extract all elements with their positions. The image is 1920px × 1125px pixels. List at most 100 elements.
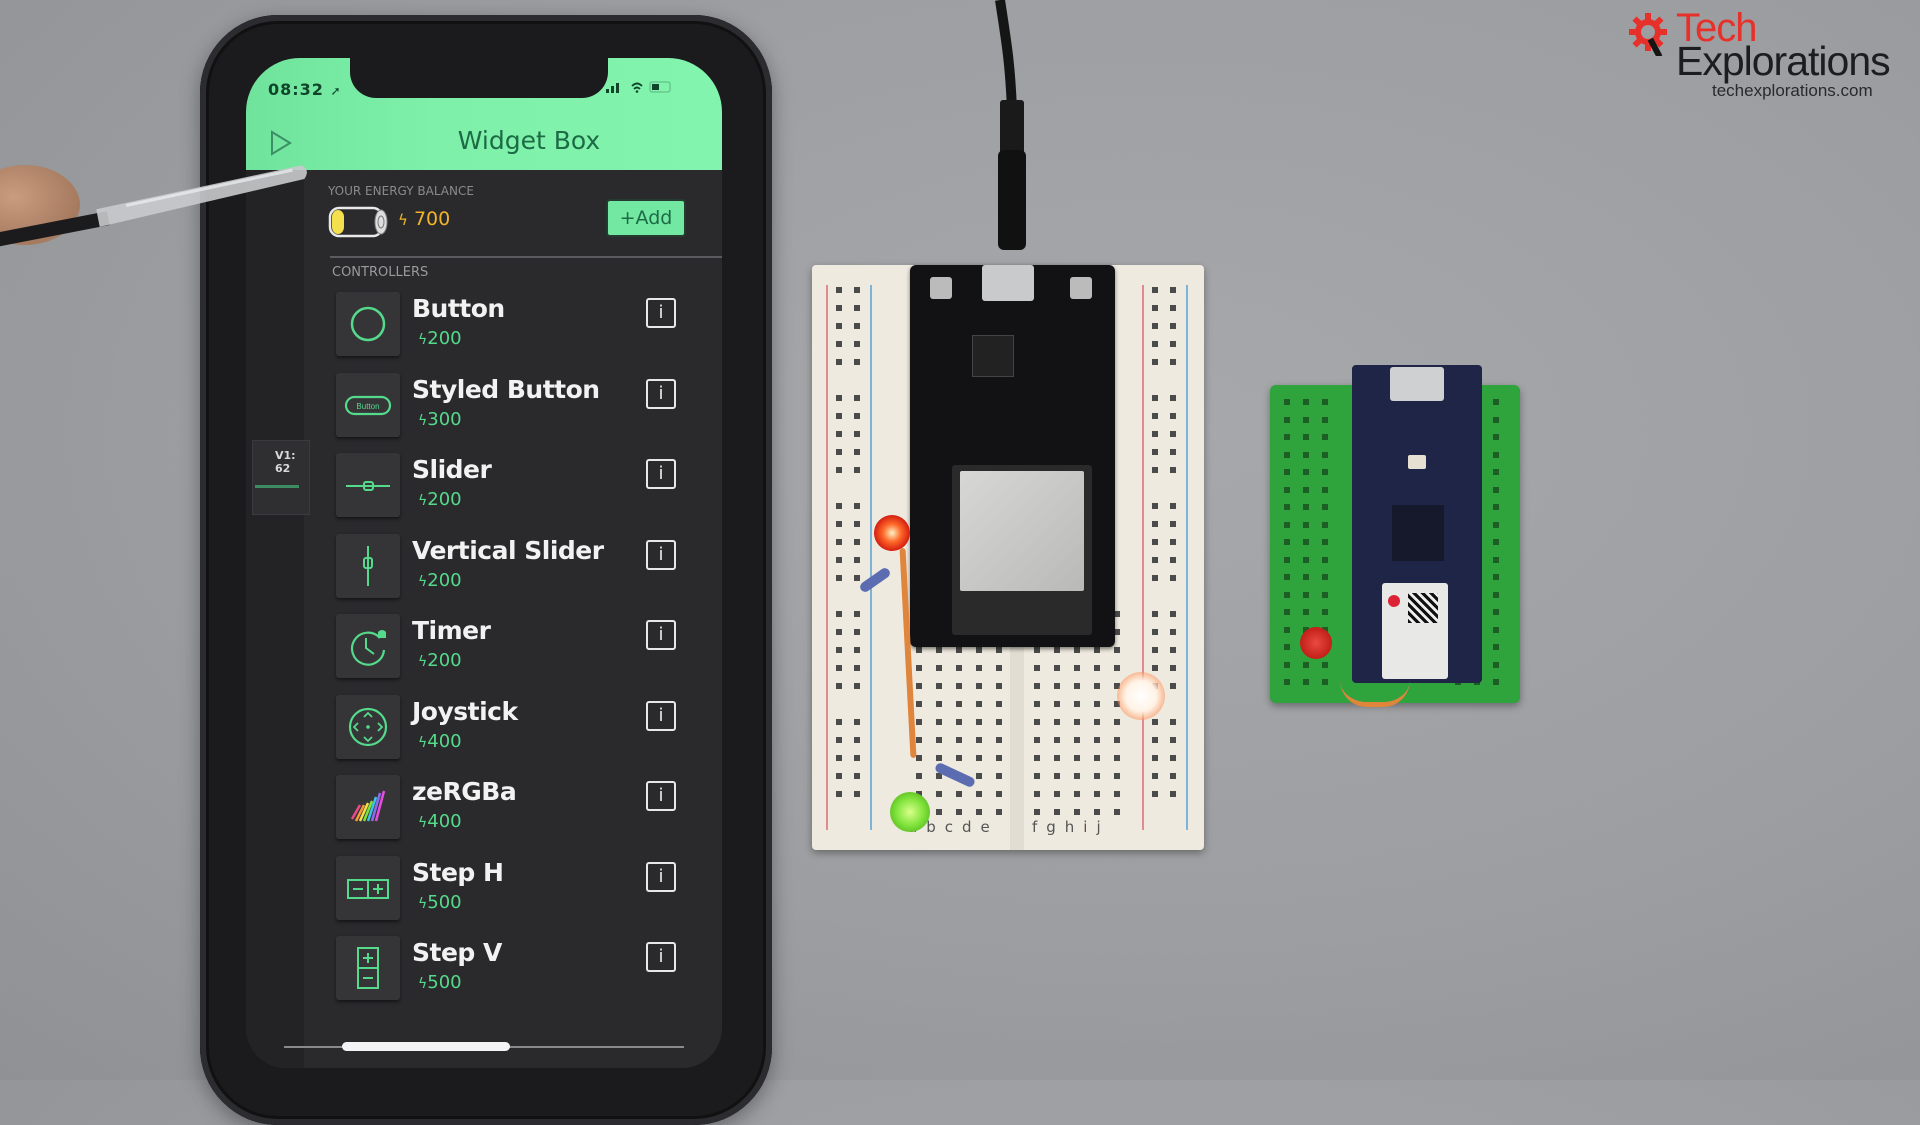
widget-icon-box[interactable] xyxy=(336,614,400,678)
breadboard-hole xyxy=(1303,504,1309,510)
widget-item-joystick[interactable]: Joystick ϟ400 i xyxy=(330,693,722,774)
widget-item-slider[interactable]: Slider ϟ200 i xyxy=(330,451,722,532)
breadboard-hole xyxy=(1322,416,1328,423)
breadboard-hole xyxy=(854,539,860,545)
widget-name: Step V xyxy=(412,938,502,967)
breadboard-hole xyxy=(1170,719,1176,725)
breadboard-hole xyxy=(1074,647,1080,653)
widget-item-styled-button[interactable]: Button Styled Button ϟ300 i xyxy=(330,371,722,452)
breadboard-hole xyxy=(854,575,860,581)
widget-cost-value: 400 xyxy=(427,811,462,832)
breadboard-hole xyxy=(1034,665,1040,671)
breadboard-hole xyxy=(1303,469,1309,475)
add-energy-button[interactable]: +Add xyxy=(606,199,686,237)
widget-icon-box[interactable] xyxy=(336,694,400,759)
widget-item-button[interactable]: Button ϟ200 i xyxy=(330,290,722,371)
gear-magnifier-icon xyxy=(1629,13,1667,56)
red-led-off xyxy=(1300,627,1332,659)
breadboard-hole xyxy=(1322,661,1328,668)
breadboard-hole xyxy=(1054,755,1060,761)
breadboard-hole xyxy=(1074,683,1080,689)
breadboard-hole xyxy=(976,701,982,707)
breadboard-hole xyxy=(976,683,982,689)
info-button[interactable]: i xyxy=(646,378,676,409)
widget-item-timer[interactable]: Timer ϟ200 i xyxy=(330,612,722,693)
widget-item-step-v[interactable]: Step V ϟ500 i xyxy=(330,934,722,1015)
breadboard-hole xyxy=(1152,557,1158,563)
info-button[interactable]: i xyxy=(646,942,676,972)
widget-icon-box[interactable] xyxy=(336,775,400,839)
breadboard-hole xyxy=(1114,719,1120,725)
widget-cost: ϟ200 xyxy=(418,328,462,349)
breadboard-hole xyxy=(1034,683,1040,689)
breadboard-hole xyxy=(1074,701,1080,707)
widget-icon-box[interactable] xyxy=(336,292,400,356)
canvas-widget-v1[interactable]: V1: 62 xyxy=(252,440,310,515)
status-icons xyxy=(606,80,676,97)
widget-slider-bar xyxy=(255,485,299,488)
breadboard-hole xyxy=(1284,609,1290,615)
microcontroller-chip xyxy=(1392,505,1444,561)
breadboard-hole xyxy=(916,665,922,671)
zebra-rgb-icon xyxy=(350,790,386,822)
breadboard-hole xyxy=(1303,556,1309,563)
widget-icon-box[interactable]: Button xyxy=(336,372,400,437)
breadboard-hole xyxy=(1152,647,1158,653)
svg-text:Button: Button xyxy=(356,402,379,411)
breadboard-hole xyxy=(916,701,922,707)
breadboard-hole xyxy=(1284,679,1290,685)
info-button[interactable]: i xyxy=(646,620,676,650)
breadboard-hole xyxy=(1114,647,1120,653)
breadboard-hole xyxy=(956,683,962,689)
breadboard-hole xyxy=(1094,665,1100,671)
home-indicator[interactable] xyxy=(342,1042,510,1051)
widget-item-zergba[interactable]: zeRGBa ϟ400 i xyxy=(330,773,722,854)
wifi-icon xyxy=(631,82,643,90)
info-button[interactable]: i xyxy=(646,459,676,489)
widget-icon-box[interactable] xyxy=(336,453,400,517)
breadboard-hole xyxy=(1493,556,1499,563)
info-button[interactable]: i xyxy=(646,781,676,811)
widget-icon-box[interactable] xyxy=(336,936,400,1000)
breadboard-hole xyxy=(1074,737,1080,743)
breadboard-hole xyxy=(1170,341,1176,347)
info-button[interactable]: i xyxy=(646,539,676,570)
breadboard-hole xyxy=(1034,701,1040,707)
widget-icon-box[interactable] xyxy=(336,533,400,598)
info-button[interactable]: i xyxy=(646,861,676,892)
green-led-lit xyxy=(890,792,930,832)
widget-item-vertical-slider[interactable]: Vertical Slider ϟ200 i xyxy=(330,532,722,613)
styled-button-icon: Button xyxy=(344,395,392,415)
breadboard-hole xyxy=(976,773,982,779)
widget-cost-value: 200 xyxy=(427,569,462,591)
info-button[interactable]: i xyxy=(646,298,676,328)
breadboard-hole xyxy=(1322,521,1328,528)
energy-bolt-icon: ϟ xyxy=(418,734,428,751)
breadboard-hole xyxy=(854,647,860,653)
breadboard-hole xyxy=(1170,665,1176,671)
breadboard-hole xyxy=(1170,557,1176,563)
blynk-app-screen: V1: 62 08:32 ➚ Widget Box YOUR ENERGY BA… xyxy=(246,58,722,1068)
breadboard-hole xyxy=(1094,755,1100,761)
breadboard-hole xyxy=(1284,591,1290,598)
breadboard-hole xyxy=(1152,395,1158,401)
energy-bolt-icon: ϟ xyxy=(418,412,428,429)
breadboard-hole xyxy=(1114,773,1120,779)
breadboard-hole xyxy=(1170,539,1176,545)
breadboard-hole xyxy=(1074,773,1080,779)
breadboard-hole xyxy=(854,521,860,527)
breadboard-hole xyxy=(1303,591,1309,598)
breadboard-hole xyxy=(836,521,842,527)
widget-item-step-h[interactable]: Step H ϟ500 i xyxy=(330,854,722,935)
breadboard-hole xyxy=(956,755,962,761)
widget-icon-box[interactable] xyxy=(336,855,400,920)
energy-balance-value: ϟ 700 xyxy=(398,208,450,230)
breadboard-hole xyxy=(1284,416,1290,423)
breadboard-hole xyxy=(996,665,1002,671)
joystick-icon xyxy=(348,707,388,746)
breadboard-hole xyxy=(854,791,860,797)
info-button[interactable]: i xyxy=(646,700,676,731)
breadboard-hole xyxy=(1054,683,1060,689)
location-arrow-icon: ➚ xyxy=(330,84,342,98)
section-label-controllers: CONTROLLERS xyxy=(332,265,429,280)
